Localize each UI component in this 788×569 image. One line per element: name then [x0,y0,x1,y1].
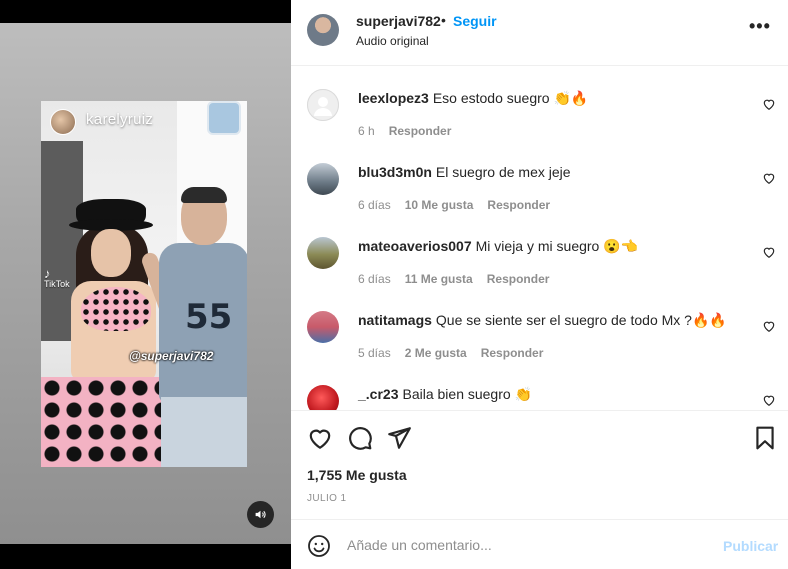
air-conditioner [207,101,241,135]
author-username[interactable]: superjavi782 [356,13,441,29]
comment-text: leexlopez3 Eso estodo suegro 👏🔥 [358,90,588,107]
tiktok-avatar [50,109,76,135]
heart-icon[interactable] [762,245,776,259]
jersey-number: 55 [185,297,233,337]
post-viewer: 55 karelyruiz ♪ TikTok @superjavi782 sup… [0,0,788,569]
like-heart-icon[interactable] [307,425,333,451]
comment-text: _.cr23 Baila bien suegro 👏 [358,386,532,403]
woman-face [91,229,131,277]
comment-text: mateoaverios007 Mi vieja y mi suegro 😮👈 [358,238,638,255]
media-pane: 55 karelyruiz ♪ TikTok @superjavi782 [0,0,291,569]
comment-username[interactable]: natitamags [358,312,432,328]
comment-body: Que se siente ser el suegro de todo Mx ?… [435,312,727,328]
follow-button[interactable]: Seguir [453,13,497,29]
post-date: JULIO 1 [307,493,347,504]
speaker-icon [255,510,266,519]
man-shorts [161,397,247,467]
default-avatar-icon [307,89,339,121]
comment-meta: 6 h Responder [358,124,465,138]
comment-avatar[interactable] [307,311,339,343]
heart-icon[interactable] [762,97,776,111]
author-avatar[interactable] [307,14,339,46]
video-watermark: @superjavi782 [129,349,214,363]
likes-count[interactable]: 1,755 Me gusta [307,467,407,483]
comment-username[interactable]: leexlopez3 [358,90,429,106]
video-frame: 55 karelyruiz ♪ TikTok @superjavi782 [41,101,247,467]
comment-like-count[interactable]: 2 Me gusta [405,346,467,360]
tiktok-logo: ♪ TikTok [44,266,70,289]
comment-like-count[interactable]: 11 Me gusta [405,272,473,286]
comment-body: Eso estodo suegro 👏🔥 [432,90,589,106]
comment-time: 6 días [358,272,391,286]
reply-button[interactable]: Responder [481,346,544,360]
sound-toggle-button[interactable] [247,501,274,528]
comment-bubble-icon[interactable] [347,425,373,451]
comment-body: El suegro de mex jeje [435,164,571,180]
comment-like-count[interactable]: 10 Me gusta [405,198,474,212]
tiktok-note-icon: ♪ [44,266,51,281]
heart-icon[interactable] [762,393,776,407]
comment-username[interactable]: mateoaverios007 [358,238,472,254]
comment-item: _.cr23 Baila bien suegro 👏 [291,362,788,410]
reply-button[interactable]: Responder [487,198,550,212]
heart-icon[interactable] [762,319,776,333]
share-send-icon[interactable] [386,425,412,451]
comment-meta: 6 días 11 Me gusta Responder [358,272,563,286]
comment-time: 5 días [358,346,391,360]
man-hair [181,187,227,203]
comment-username[interactable]: _.cr23 [358,386,398,402]
add-comment-bar: Publicar [291,520,788,569]
comments-list[interactable]: leexlopez3 Eso estodo suegro 👏🔥 6 h Respon… [291,66,788,410]
post-actions [291,411,788,461]
audio-link[interactable]: Audio original [356,34,429,48]
comment-item: leexlopez3 Eso estodo suegro 👏🔥 6 h Respon… [291,66,788,140]
comment-item: mateoaverios007 Mi vieja y mi suegro 😮👈 6… [291,214,788,288]
comment-avatar[interactable] [307,385,339,410]
comment-avatar[interactable] [307,237,339,269]
heart-print-pants [41,377,166,467]
more-options-icon[interactable]: ••• [749,16,771,37]
publish-button[interactable]: Publicar [723,538,778,554]
post-header: superjavi782 • Seguir Audio original ••• [291,0,788,66]
comment-body: Baila bien suegro 👏 [402,386,532,402]
comment-item: natitamags Que se siente ser el suegro de… [291,288,788,362]
comment-avatar[interactable] [307,89,339,121]
post-side-panel: superjavi782 • Seguir Audio original •••… [291,0,788,569]
header-separator: • [441,12,446,28]
reply-button[interactable]: Responder [487,272,550,286]
comment-time: 6 h [358,124,375,138]
comment-text: blu3d3m0n El suegro de mex jeje [358,164,571,180]
reply-button[interactable]: Responder [389,124,452,138]
heart-icon[interactable] [762,171,776,185]
comment-body: Mi vieja y mi suegro 😮👈 [475,238,639,254]
comment-avatar[interactable] [307,163,339,195]
bikini-top [81,287,151,331]
comment-meta: 6 días 10 Me gusta Responder [358,198,564,212]
comment-input[interactable] [347,534,707,556]
tiktok-username: karelyruiz [86,111,154,128]
emoji-icon[interactable] [307,534,331,558]
comment-time: 6 días [358,198,391,212]
video-player[interactable]: 55 karelyruiz ♪ TikTok @superjavi782 [0,23,291,544]
comment-username[interactable]: blu3d3m0n [358,164,432,180]
save-bookmark-icon[interactable] [752,425,778,451]
tiktok-logo-text: TikTok [44,279,70,289]
comment-meta: 5 días 2 Me gusta Responder [358,346,557,360]
comment-text: natitamags Que se siente ser el suegro de… [358,312,727,329]
comment-item: blu3d3m0n El suegro de mex jeje 6 días 10 … [291,140,788,214]
